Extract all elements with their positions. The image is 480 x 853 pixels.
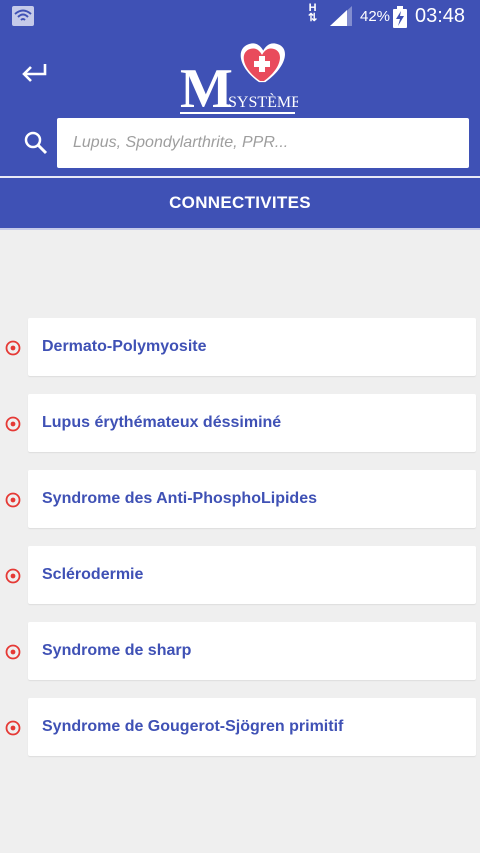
list-item[interactable]: Syndrome de Gougerot-Sjögren primitif xyxy=(0,698,480,774)
network-type-icon: H ⇅ xyxy=(308,2,318,24)
search-icon xyxy=(24,131,48,155)
app-logo: M SYSTÈME xyxy=(178,41,301,121)
radio-target-icon xyxy=(5,720,21,736)
radio-target-icon xyxy=(5,416,21,432)
section-title: CONNECTIVITES xyxy=(0,178,480,228)
list-item-label: Syndrome de Gougerot-Sjögren primitif xyxy=(42,718,344,735)
logo-letter: M xyxy=(180,58,233,120)
radio-target-icon xyxy=(5,340,21,356)
list-item-label: Syndrome de sharp xyxy=(42,642,192,659)
list-item[interactable]: Lupus érythémateux déssiminé xyxy=(0,394,480,470)
list-item-card[interactable]: Sclérodermie xyxy=(28,546,476,604)
list-item-card[interactable]: Lupus érythémateux déssiminé xyxy=(28,394,476,452)
heart-cross-icon: M SYSTÈME xyxy=(180,43,301,120)
radio-target-icon xyxy=(5,644,21,660)
section-divider xyxy=(0,228,480,230)
signal-icon xyxy=(330,6,352,26)
radio-target-icon xyxy=(5,568,21,584)
back-arrow-icon[interactable] xyxy=(20,60,48,86)
status-bar: H ⇅ 42% 03:48 xyxy=(0,0,480,33)
list-item-card[interactable]: Syndrome de sharp xyxy=(28,622,476,680)
battery-charging-icon xyxy=(393,6,407,28)
app-bar: M SYSTÈME xyxy=(0,33,480,176)
radio-target-icon xyxy=(5,492,21,508)
list-item[interactable]: Sclérodermie xyxy=(0,546,480,622)
list-item[interactable]: Dermato-Polymyosite xyxy=(0,318,480,394)
battery-percent: 42% xyxy=(360,8,391,25)
list-item-card[interactable]: Syndrome de Gougerot-Sjögren primitif xyxy=(28,698,476,756)
list-item-label: Syndrome des Anti-PhosphoLipides xyxy=(42,490,317,507)
wifi-icon xyxy=(12,6,34,26)
search-input[interactable] xyxy=(57,118,469,168)
list-item[interactable]: Syndrome des Anti-PhosphoLipides xyxy=(0,470,480,546)
list-item-label: Sclérodermie xyxy=(42,566,144,583)
logo-word: SYSTÈME xyxy=(228,92,298,111)
list-item-card[interactable]: Syndrome des Anti-PhosphoLipides xyxy=(28,470,476,528)
disease-list: Dermato-Polymyosite Lupus érythémateux d… xyxy=(0,318,480,774)
list-item-label: Lupus érythémateux déssiminé xyxy=(42,414,282,431)
clock: 03:48 xyxy=(415,5,466,27)
list-item[interactable]: Syndrome de sharp xyxy=(0,622,480,698)
list-item-label: Dermato-Polymyosite xyxy=(42,338,207,355)
list-item-card[interactable]: Dermato-Polymyosite xyxy=(28,318,476,376)
